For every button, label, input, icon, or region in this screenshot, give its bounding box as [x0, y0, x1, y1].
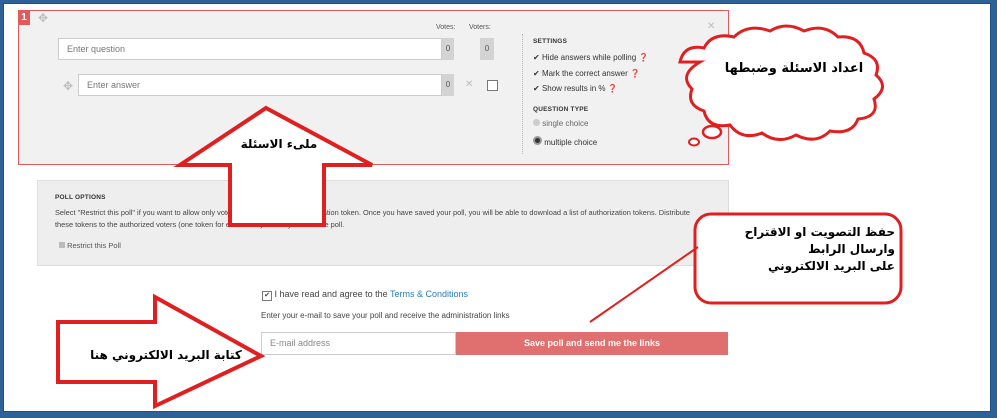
thought-bubble [688, 137, 700, 147]
up-arrow-annotation: ملىء الاسئلة [240, 137, 318, 151]
cloud-annotation: اعداد الاسئلة وضبطها [724, 61, 864, 76]
callout-line: وارسال الرابط [808, 242, 895, 256]
callout-annotation: حفظ التصويت او الاقتراح وارسال الرابط عل… [709, 224, 895, 275]
screenshot-frame: 1 ✥ Votes: Voters: ✕ Enter question 0 0 … [3, 3, 991, 412]
right-arrow-annotation: كتابة البريد الالكتروني هنا [90, 348, 242, 362]
callout-connector [589, 246, 699, 323]
thought-bubble [701, 124, 723, 140]
callout-line: حفظ التصويت او الاقتراح [744, 225, 895, 239]
thought-cloud [678, 24, 884, 141]
callout-line: على البريد الالكتروني [767, 259, 895, 273]
up-arrow [173, 105, 373, 227]
